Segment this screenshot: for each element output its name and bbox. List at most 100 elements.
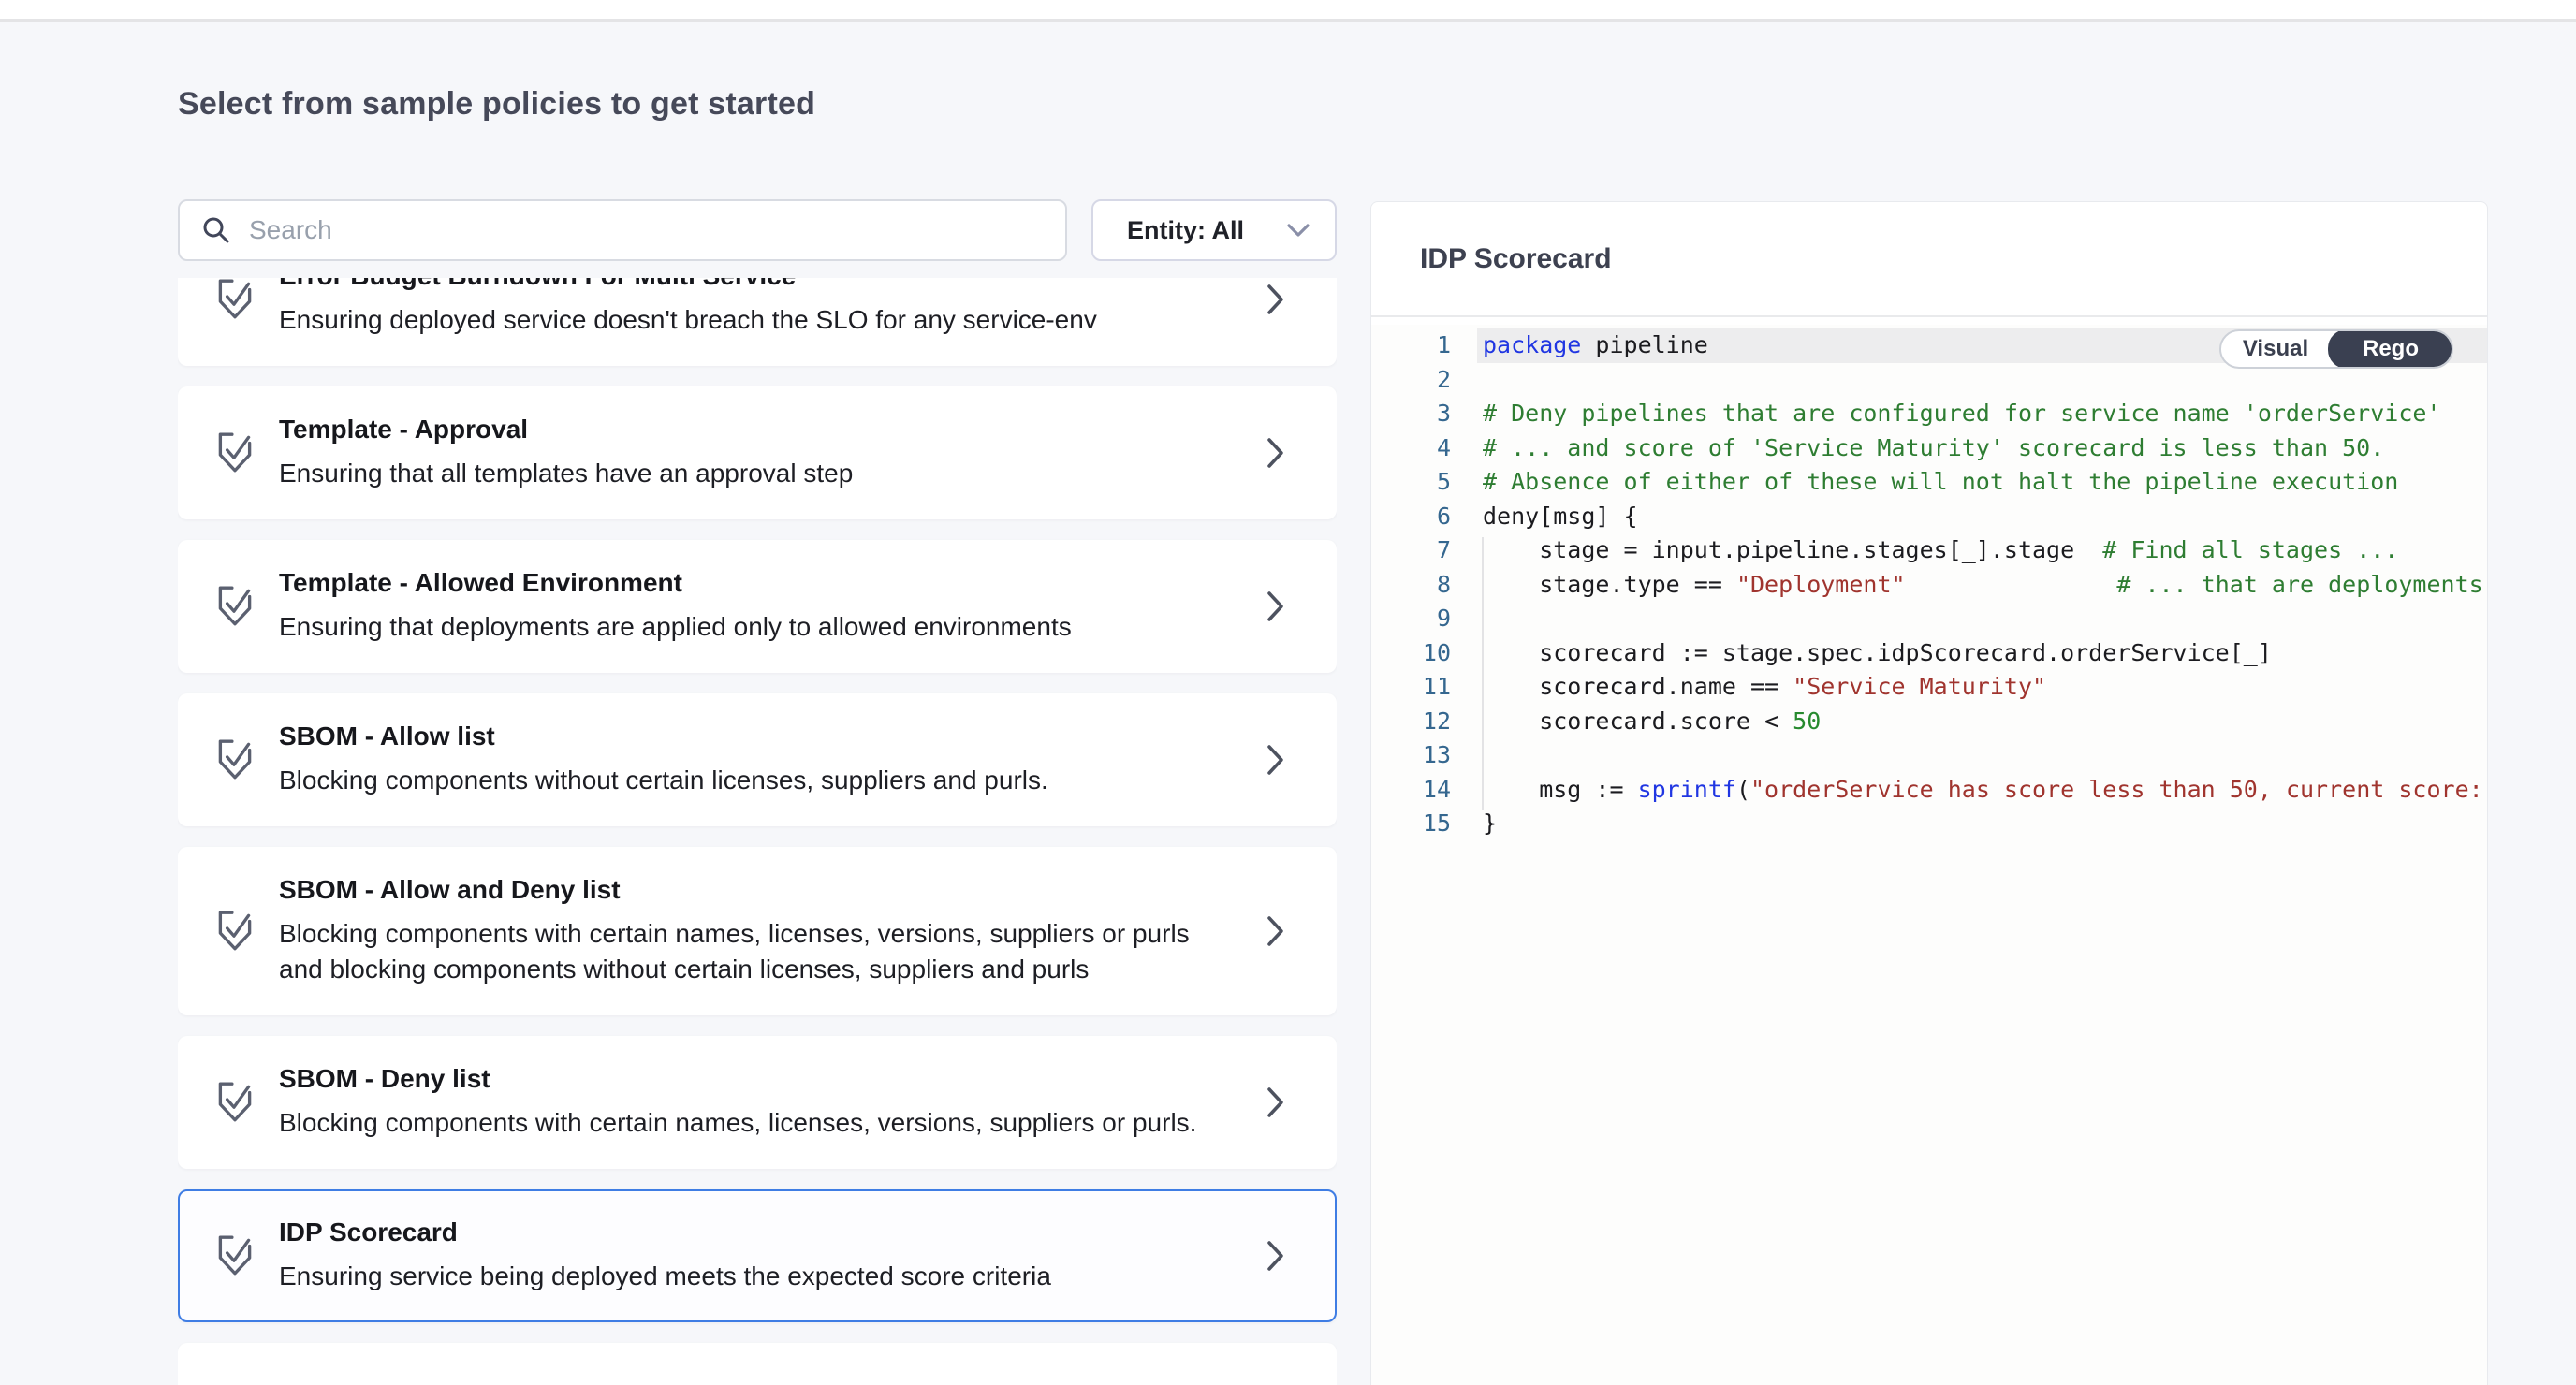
- code-line: 11 scorecard.name == "Service Maturity": [1371, 670, 2487, 705]
- code-line-content: }: [1477, 807, 2487, 841]
- visual-tab[interactable]: Visual: [2221, 331, 2330, 367]
- policy-card-description: Blocking components with certain names, …: [279, 916, 1237, 987]
- entity-filter-label: Entity: All: [1127, 216, 1244, 245]
- code-line: 9: [1371, 602, 2487, 636]
- policy-card-description: Blocking components without certain lice…: [279, 763, 1237, 798]
- line-number: 4: [1371, 431, 1477, 466]
- line-number: 3: [1371, 397, 1477, 431]
- code-line-content: stage = input.pipeline.stages[_].stage #…: [1477, 533, 2487, 568]
- line-number: 6: [1371, 500, 1477, 534]
- detail-title: IDP Scorecard: [1420, 243, 1612, 275]
- policy-list: Error Budget Burndown For Multi Service E…: [178, 278, 1337, 1385]
- policy-shield-check-icon: [213, 1079, 279, 1126]
- chevron-right-icon: [1266, 743, 1290, 777]
- policy-shield-check-icon: [213, 1232, 279, 1279]
- code-line: 15}: [1371, 807, 2487, 841]
- policy-card[interactable]: SBOM - Allow and Deny list Blocking compo…: [178, 847, 1337, 1015]
- indent-guide: [1482, 537, 1484, 810]
- top-bar: [0, 0, 2576, 22]
- code-line: 8 stage.type == "Deployment" # ... that …: [1371, 568, 2487, 603]
- policy-shield-check-icon: [213, 430, 279, 476]
- code-line-content: scorecard := stage.spec.idpScorecard.ord…: [1477, 636, 2487, 671]
- page-title: Select from sample policies to get start…: [178, 86, 815, 123]
- policy-card-title: Template - Allowed Environment: [279, 568, 1237, 598]
- policy-card-selected[interactable]: IDP Scorecard Ensuring service being depl…: [178, 1189, 1337, 1322]
- policy-card-description: Ensuring service being deployed meets th…: [279, 1259, 1237, 1294]
- code-line: 14 msg := sprintf("orderService has scor…: [1371, 773, 2487, 808]
- policy-card-description: Ensuring that deployments are applied on…: [279, 609, 1237, 645]
- line-number: 13: [1371, 738, 1477, 773]
- policy-card-title: Error Budget Burndown For Multi Service: [279, 278, 1237, 291]
- code-line: 4# ... and score of 'Service Maturity' s…: [1371, 431, 2487, 466]
- entity-filter-dropdown[interactable]: Entity: All: [1091, 199, 1337, 261]
- policy-detail-panel: IDP Scorecard 1package pipeline23# Deny …: [1370, 201, 2488, 1385]
- policy-shield-check-icon: [213, 736, 279, 783]
- line-number: 10: [1371, 636, 1477, 671]
- search-input[interactable]: [249, 215, 1045, 245]
- code-line-content: # Absence of either of these will not ha…: [1477, 465, 2487, 500]
- chevron-down-icon: [1286, 223, 1310, 238]
- policy-card[interactable]: SBOM - Deny list Blocking components with…: [178, 1036, 1337, 1169]
- policy-shield-check-icon: [213, 908, 279, 955]
- code-line: 7 stage = input.pipeline.stages[_].stage…: [1371, 533, 2487, 568]
- policy-card-content: SBOM - Deny list Blocking components with…: [279, 1064, 1266, 1141]
- policy-card[interactable]: Template - Approval Ensuring that all tem…: [178, 386, 1337, 519]
- policy-card-description: Ensuring that all templates have an appr…: [279, 456, 1237, 491]
- search-box: [178, 199, 1067, 261]
- chevron-right-icon: [1266, 1239, 1290, 1273]
- code-line-content: scorecard.name == "Service Maturity": [1477, 670, 2487, 705]
- policy-card-description: Ensuring deployed service doesn't breach…: [279, 302, 1237, 338]
- code-line: 6deny[msg] {: [1371, 500, 2487, 534]
- policy-shield-check-icon: [213, 278, 279, 323]
- rego-code-editor[interactable]: 1package pipeline23# Deny pipelines that…: [1371, 325, 2487, 1385]
- editor-mode-toggle: Visual Rego: [2219, 329, 2453, 369]
- policy-card-content: IDP Scorecard Ensuring service being depl…: [279, 1217, 1266, 1294]
- detail-header: IDP Scorecard: [1371, 202, 2487, 317]
- line-number: 7: [1371, 533, 1477, 568]
- code-line: 10 scorecard := stage.spec.idpScorecard.…: [1371, 636, 2487, 671]
- policy-card[interactable]: Error Budget Burndown For Multi Service E…: [178, 278, 1337, 366]
- policy-shield-check-icon: [213, 583, 279, 630]
- line-number: 9: [1371, 602, 1477, 636]
- policy-card-title: Template - Approval: [279, 415, 1237, 445]
- policy-card-title: SBOM - Allow list: [279, 722, 1237, 751]
- policy-card[interactable]: Template - Allowed Environment Ensuring t…: [178, 540, 1337, 673]
- line-number: 5: [1371, 465, 1477, 500]
- code-line-content: # Deny pipelines that are configured for…: [1477, 397, 2487, 431]
- policy-card-content: SBOM - Allow and Deny list Blocking compo…: [279, 875, 1266, 987]
- line-number: 1: [1371, 328, 1477, 363]
- code-line-content: msg := sprintf("orderService has score l…: [1477, 773, 2487, 808]
- chevron-right-icon: [1266, 914, 1290, 948]
- policy-card-content: Template - Approval Ensuring that all tem…: [279, 415, 1266, 491]
- line-number: 12: [1371, 705, 1477, 739]
- chevron-right-icon: [1266, 436, 1290, 470]
- chevron-right-icon: [1266, 1086, 1290, 1119]
- code-line: 12 scorecard.score < 50: [1371, 705, 2487, 739]
- policy-card-title: IDP Scorecard: [279, 1217, 1237, 1247]
- line-number: 15: [1371, 807, 1477, 841]
- chevron-right-icon: [1266, 283, 1290, 316]
- code-line-content: [1477, 602, 2487, 636]
- code-line: 5# Absence of either of these will not h…: [1371, 465, 2487, 500]
- line-number: 11: [1371, 670, 1477, 705]
- search-icon: [200, 214, 232, 246]
- policy-card-content: Template - Allowed Environment Ensuring t…: [279, 568, 1266, 645]
- policy-card-content: Error Budget Burndown For Multi Service E…: [279, 278, 1266, 338]
- code-line-content: scorecard.score < 50: [1477, 705, 2487, 739]
- line-number: 2: [1371, 363, 1477, 398]
- line-number: 8: [1371, 568, 1477, 603]
- policy-card-content: SBOM - Allow list Blocking components wit…: [279, 722, 1266, 798]
- policy-card-description: Blocking components with certain names, …: [279, 1105, 1237, 1141]
- rego-tab[interactable]: Rego: [2328, 329, 2453, 369]
- policy-card-title: SBOM - Allow and Deny list: [279, 875, 1237, 905]
- code-line-content: [1477, 738, 2487, 773]
- policy-card-title: SBOM - Deny list: [279, 1064, 1237, 1094]
- code-line: 13: [1371, 738, 2487, 773]
- code-line-content: stage.type == "Deployment" # ... that ar…: [1477, 568, 2487, 603]
- policy-card[interactable]: SBOM - Allow list Blocking components wit…: [178, 693, 1337, 826]
- code-line: 3# Deny pipelines that are configured fo…: [1371, 397, 2487, 431]
- policy-card-partial[interactable]: [178, 1343, 1337, 1385]
- code-line-content: deny[msg] {: [1477, 500, 2487, 534]
- line-number: 14: [1371, 773, 1477, 808]
- code-line-content: # ... and score of 'Service Maturity' sc…: [1477, 431, 2487, 466]
